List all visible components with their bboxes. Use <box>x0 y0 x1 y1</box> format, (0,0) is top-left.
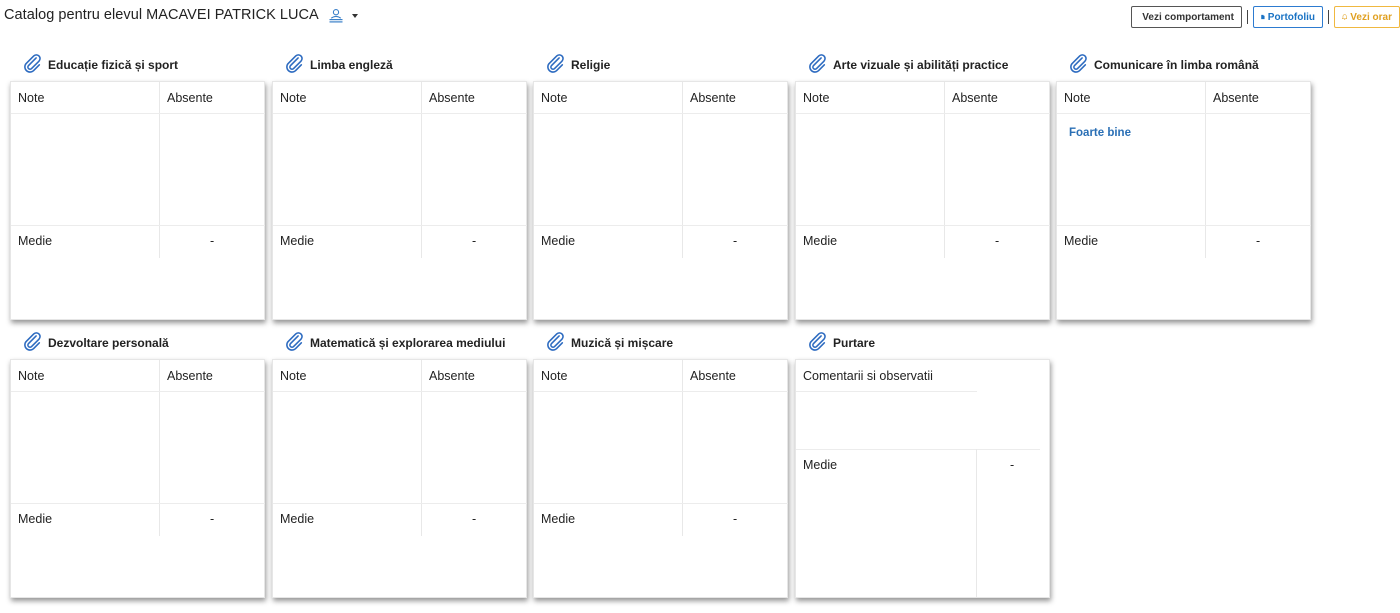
note-header: Note <box>1064 91 1091 105</box>
subject-title: Arte vizuale și abilități practice <box>833 58 1009 72</box>
medie-value: - <box>1256 234 1261 248</box>
caret-down-icon[interactable] <box>351 14 358 18</box>
note-header: Note <box>280 369 307 383</box>
student-icon[interactable] <box>328 8 344 24</box>
subject-card: Note Absente Medie - <box>795 81 1050 320</box>
note-header: Note <box>18 369 45 383</box>
medie-label: Medie <box>803 458 838 472</box>
absente-column: Absente <box>159 82 265 258</box>
medie-label: Medie <box>541 234 576 248</box>
subject-title: Religie <box>571 58 611 72</box>
subject-title: Muzică și mișcare <box>571 336 674 350</box>
absente-header: Absente <box>429 369 475 383</box>
grade-entry[interactable]: Foarte bine <box>1069 127 1131 139</box>
subject-title: Educație fizică și sport <box>48 58 179 72</box>
medie-label: Medie <box>18 234 53 248</box>
subject-card: Note Absente Medie - <box>533 359 788 598</box>
medie-label: Medie <box>1064 234 1099 248</box>
medie-value: - <box>210 512 215 526</box>
document-icon <box>1261 14 1265 20</box>
paperclip-icon <box>544 330 566 352</box>
medie-value: - <box>210 234 215 248</box>
vezi-orar-label: Vezi orar <box>1350 11 1392 23</box>
note-header: Note <box>541 91 568 105</box>
subject-card: Note Absente Medie - <box>272 81 527 320</box>
absente-column: Absente <box>159 360 265 536</box>
medie-label: Medie <box>280 234 315 248</box>
paperclip-icon <box>21 52 43 74</box>
subject-card: Note Absente Medie - <box>533 81 788 320</box>
subject-title: Matematică și explorarea mediului <box>310 336 506 350</box>
absente-header: Absente <box>952 91 998 105</box>
medie-label: Medie <box>280 512 315 526</box>
paperclip-icon <box>806 52 828 74</box>
absente-column: Absente <box>682 82 788 258</box>
top-bar: Catalog pentru elevul MACAVEI PATRICK LU… <box>0 0 1400 38</box>
paperclip-icon <box>544 52 566 74</box>
note-header: Note <box>280 91 307 105</box>
absente-column: Absente <box>421 82 527 258</box>
absente-header: Absente <box>690 91 736 105</box>
medie-value: - <box>733 512 738 526</box>
paperclip-icon <box>21 330 43 352</box>
medie-label: Medie <box>541 512 576 526</box>
medie-value: - <box>472 234 477 248</box>
medie-value: - <box>995 234 1000 248</box>
subject-title: Purtare <box>833 336 876 350</box>
absente-column: Absente <box>1205 82 1311 258</box>
paperclip-icon <box>283 52 305 74</box>
subject-title: Comunicare în limba română <box>1094 58 1259 72</box>
absente-header: Absente <box>690 369 736 383</box>
note-column: Note <box>534 82 682 258</box>
header-actions: Vezi comportament Portofoliu Vezi orar <box>1131 6 1400 28</box>
medie-value: - <box>733 234 738 248</box>
note-column: Note <box>796 82 944 258</box>
note-column: Note <box>534 360 682 536</box>
absente-header: Absente <box>167 369 213 383</box>
page-title-text: Catalog pentru elevul MACAVEI PATRICK LU… <box>4 7 319 23</box>
absente-column: Absente <box>682 360 788 536</box>
paperclip-icon <box>1067 52 1089 74</box>
vezi-comportament-button[interactable]: Vezi comportament <box>1131 6 1242 28</box>
subject-title: Dezvoltare personală <box>48 336 169 350</box>
note-column: Note Foarte bine <box>1057 82 1205 258</box>
subject-card: Note Absente Medie - <box>272 359 527 598</box>
subject-card: Note Absente Medie - <box>10 81 265 320</box>
note-header: Note <box>18 91 45 105</box>
vezi-comportament-label: Vezi comportament <box>1142 11 1234 23</box>
vezi-orar-button[interactable]: Vezi orar <box>1334 6 1400 28</box>
note-column: Note <box>11 82 159 258</box>
purtare-card: Comentarii si observatii Medie - <box>795 359 1050 598</box>
medie-value: - <box>472 512 477 526</box>
paperclip-icon <box>806 330 828 352</box>
bell-icon <box>1342 14 1348 20</box>
separator <box>1247 10 1248 24</box>
subject-card: Note Foarte bine Absente Medie - <box>1056 81 1311 320</box>
portofoliu-button[interactable]: Portofoliu <box>1253 6 1323 28</box>
note-column: Note <box>273 82 421 258</box>
note-header: Note <box>541 369 568 383</box>
page-title: Catalog pentru elevul MACAVEI PATRICK LU… <box>4 7 358 23</box>
note-header: Note <box>803 91 830 105</box>
portofoliu-label: Portofoliu <box>1267 11 1315 23</box>
subject-title: Limba engleză <box>310 58 393 72</box>
subject-card: Note Absente Medie - <box>10 359 265 598</box>
absente-header: Absente <box>429 91 475 105</box>
medie-value: - <box>1010 458 1015 472</box>
medie-label: Medie <box>803 234 838 248</box>
paperclip-icon <box>283 330 305 352</box>
comentarii-header: Comentarii si observatii <box>803 369 933 383</box>
absente-column: Absente <box>944 82 1050 258</box>
absente-header: Absente <box>167 91 213 105</box>
absente-header: Absente <box>1213 91 1259 105</box>
medie-label: Medie <box>18 512 53 526</box>
separator <box>1328 10 1329 24</box>
absente-column: Absente <box>421 360 527 536</box>
column-divider <box>976 449 977 597</box>
note-column: Note <box>11 360 159 536</box>
note-column: Note <box>273 360 421 536</box>
